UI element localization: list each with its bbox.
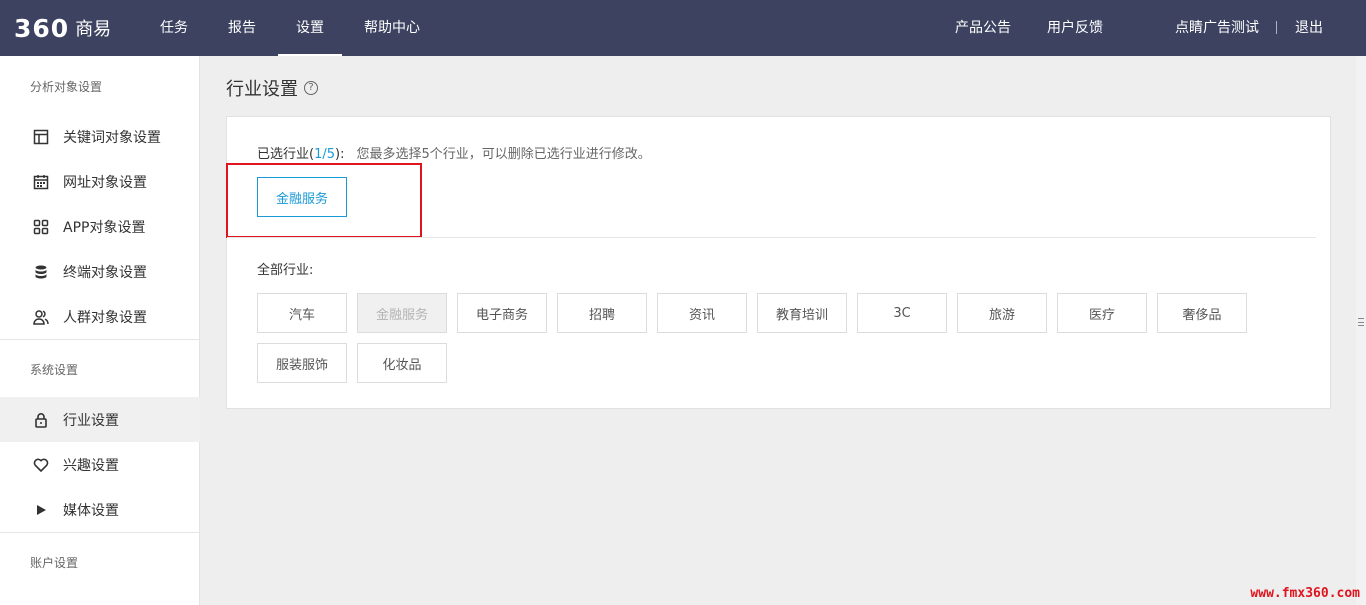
grid-icon <box>33 219 49 235</box>
industry-tag[interactable]: 3C <box>857 293 947 333</box>
all-industries-label: 全部行业: <box>257 263 314 278</box>
sidebar-item-keyword[interactable]: 关键词对象设置 <box>0 114 200 159</box>
sidebar-section-system: 系统设置 <box>30 363 79 377</box>
nav-settings[interactable]: 设置 <box>278 0 342 56</box>
play-icon <box>33 502 49 518</box>
industry-settings-panel: 已选行业(1/5): 您最多选择5个行业，可以删除已选行业进行修改。 金融服务 全… <box>226 116 1331 409</box>
users-icon <box>33 309 49 325</box>
scrollbar-grip[interactable] <box>1358 318 1364 326</box>
sidebar-item-media[interactable]: 媒体设置 <box>0 487 200 532</box>
nav-reports[interactable]: 报告 <box>228 0 256 56</box>
nav-tasks[interactable]: 任务 <box>160 0 188 56</box>
logout-link[interactable]: 退出 <box>1295 0 1323 56</box>
sidebar-item-label: 网址对象设置 <box>63 174 147 191</box>
panel-divider <box>227 237 1316 238</box>
industry-tag[interactable]: 招聘 <box>557 293 647 333</box>
industry-tag[interactable]: 奢侈品 <box>1157 293 1247 333</box>
sidebar-section-account: 账户设置 <box>30 556 79 570</box>
industry-tag[interactable]: 电子商务 <box>457 293 547 333</box>
logo[interactable]: 360 商易 <box>14 13 111 43</box>
user-feedback-link[interactable]: 用户反馈 <box>1047 0 1103 56</box>
nav-help-center[interactable]: 帮助中心 <box>364 0 420 56</box>
sidebar-item-app[interactable]: APP对象设置 <box>0 204 200 249</box>
industry-tag[interactable]: 化妆品 <box>357 343 447 383</box>
page-title: 行业设置 ? <box>226 75 318 101</box>
sidebar-item-industry[interactable]: 行业设置 <box>0 397 200 442</box>
header-separator <box>1276 21 1277 34</box>
sidebar-item-label: 媒体设置 <box>63 502 119 519</box>
sidebar-item-terminal[interactable]: 终端对象设置 <box>0 249 200 294</box>
sidebar-item-label: 人群对象设置 <box>63 309 147 326</box>
industry-tag[interactable]: 医疗 <box>1057 293 1147 333</box>
industry-tag[interactable]: 服装服饰 <box>257 343 347 383</box>
scrollbar[interactable] <box>1356 56 1366 605</box>
sidebar-item-label: 行业设置 <box>63 412 119 429</box>
sidebar-item-interest[interactable]: 兴趣设置 <box>0 442 200 487</box>
selected-label-suffix: ): <box>335 147 345 162</box>
watermark: www.fmx360.com <box>1250 586 1360 601</box>
selected-industries-label: 已选行业(1/5): 您最多选择5个行业，可以删除已选行业进行修改。 <box>257 143 651 162</box>
industry-tag[interactable]: 旅游 <box>957 293 1047 333</box>
product-announcement-link[interactable]: 产品公告 <box>955 0 1011 56</box>
lock-icon <box>33 412 49 428</box>
top-navigation-bar: 360 商易 任务 报告 设置 帮助中心 产品公告 用户反馈 点睛广告测试 退出 <box>0 0 1366 56</box>
selected-industry-tag[interactable]: 金融服务 <box>257 177 347 217</box>
industry-tag[interactable]: 资讯 <box>657 293 747 333</box>
sidebar-item-label: 兴趣设置 <box>63 457 119 474</box>
heart-icon <box>33 457 49 473</box>
sidebar-divider <box>0 532 200 533</box>
sidebar-item-label: APP对象设置 <box>63 219 146 236</box>
sidebar-divider <box>0 339 200 340</box>
sidebar-section-analysis: 分析对象设置 <box>30 80 103 94</box>
layout-icon <box>33 129 49 145</box>
sidebar-item-label: 终端对象设置 <box>63 264 147 281</box>
selected-label-prefix: 已选行业( <box>257 147 315 162</box>
logo-text: 商易 <box>75 19 112 40</box>
selected-count: 1/5 <box>314 147 335 162</box>
account-name[interactable]: 点睛广告测试 <box>1175 0 1259 56</box>
page-title-text: 行业设置 <box>226 79 298 100</box>
calendar-icon <box>33 174 49 190</box>
help-icon[interactable]: ? <box>304 81 318 95</box>
industry-tag-disabled: 金融服务 <box>357 293 447 333</box>
logo-number: 360 <box>14 13 70 43</box>
sidebar-item-label: 关键词对象设置 <box>63 129 161 146</box>
industry-tag[interactable]: 教育培训 <box>757 293 847 333</box>
industry-tag[interactable]: 汽车 <box>257 293 347 333</box>
selected-hint: 您最多选择5个行业，可以删除已选行业进行修改。 <box>356 147 651 162</box>
database-icon <box>33 264 49 280</box>
sidebar: 分析对象设置 关键词对象设置 网址对象设置 APP对象设置 终端对象设置 人群对… <box>0 56 200 605</box>
sidebar-item-url[interactable]: 网址对象设置 <box>0 159 200 204</box>
sidebar-item-audience[interactable]: 人群对象设置 <box>0 294 200 339</box>
